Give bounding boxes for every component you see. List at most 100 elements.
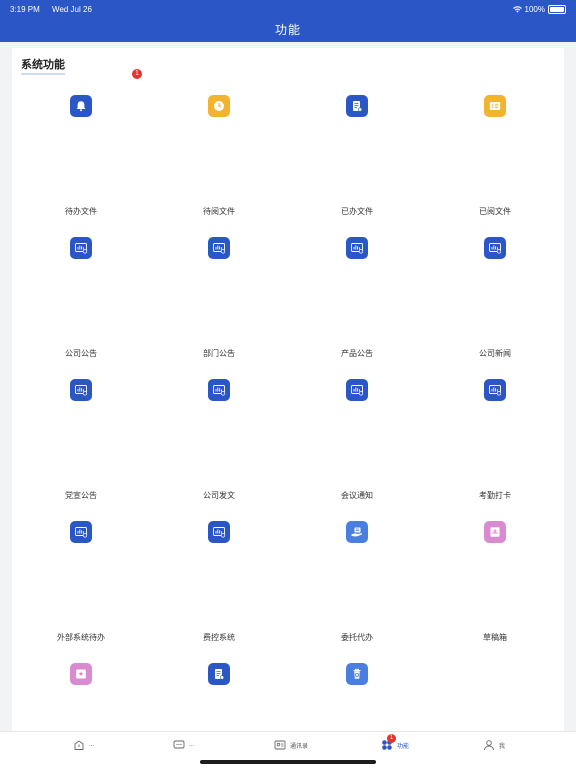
- function-item[interactable]: 外部系统待办: [12, 510, 150, 652]
- function-label: 部门公告: [203, 349, 235, 358]
- function-tile: [346, 379, 368, 401]
- function-label: 待办文件: [65, 207, 97, 216]
- function-item[interactable]: 已阅文件: [426, 84, 564, 226]
- chart-icon: [351, 385, 364, 396]
- chart-icon: [75, 527, 88, 538]
- function-label: 党宣公告: [65, 491, 97, 500]
- tab-functions[interactable]: 功能 1: [381, 734, 410, 751]
- function-item[interactable]: 费控系统: [150, 510, 288, 652]
- function-item[interactable]: 产品公告: [288, 226, 426, 368]
- hand-icon: [351, 527, 363, 537]
- notification-badge: 1: [132, 69, 142, 79]
- function-item[interactable]: 公司新闻: [426, 226, 564, 368]
- tab-contacts[interactable]: 通讯录: [274, 739, 308, 751]
- function-item[interactable]: 公司发文: [150, 368, 288, 510]
- function-label: 公司公告: [65, 349, 97, 358]
- chart-icon: [489, 385, 502, 396]
- tab-me-label: 我: [499, 743, 506, 750]
- function-label: 考勤打卡: [479, 491, 511, 500]
- function-label: 费控系统: [203, 633, 235, 642]
- function-item[interactable]: [12, 652, 150, 732]
- function-tile: [208, 663, 230, 685]
- function-label: 草稿箱: [483, 633, 507, 642]
- function-tile: [70, 379, 92, 401]
- function-tile: [346, 521, 368, 543]
- section-title: 系统功能: [21, 56, 65, 75]
- function-label: 产品公告: [341, 349, 373, 358]
- bell-icon: [76, 101, 86, 112]
- document-icon: [215, 669, 225, 680]
- function-label: 公司发文: [203, 491, 235, 500]
- list-card-icon: [489, 102, 501, 110]
- chart-icon: [213, 527, 226, 538]
- function-label: 公司新闻: [479, 349, 511, 358]
- function-label: 已阅文件: [479, 207, 511, 216]
- battery-icon: [548, 4, 566, 14]
- function-item[interactable]: 待阅文件: [150, 84, 288, 226]
- tab-home[interactable]: ...: [73, 739, 94, 751]
- function-label: 委托代办: [341, 633, 373, 642]
- user-icon: [484, 740, 494, 751]
- chart-icon: [75, 385, 88, 396]
- function-item[interactable]: 委托代办: [288, 510, 426, 652]
- home-icon: [74, 740, 84, 750]
- chart-icon: [351, 243, 364, 254]
- function-tile: [484, 95, 506, 117]
- function-tile: [70, 95, 92, 117]
- clock-icon: [214, 101, 224, 111]
- chart-icon: [213, 243, 226, 254]
- status-time: 3:19 PM: [10, 4, 40, 14]
- function-label: 会议通知: [341, 491, 373, 500]
- status-date: Wed Jul 26: [52, 4, 92, 14]
- chart-icon: [75, 243, 88, 254]
- function-label: 待阅文件: [203, 207, 235, 216]
- function-tile: [484, 379, 506, 401]
- function-card: 系统功能 1 待办文件 待阅文件 已办文件 已阅文件公司公告 部门公告 产品公告 公司新闻党…: [12, 48, 564, 732]
- tab-bar: ... ... 通讯录 功能 1 我: [0, 731, 576, 768]
- document-icon: [353, 101, 363, 112]
- function-tile: [208, 95, 230, 117]
- tab-messages[interactable]: ...: [173, 739, 194, 751]
- function-tile: [484, 237, 506, 259]
- draft-icon: [490, 527, 500, 537]
- battery-percent: 100%: [524, 4, 545, 14]
- function-tile: [208, 379, 230, 401]
- function-item[interactable]: 已办文件: [288, 84, 426, 226]
- tab-home-label: ...: [89, 742, 95, 748]
- function-tile: [70, 237, 92, 259]
- function-item[interactable]: 党宣公告: [12, 368, 150, 510]
- function-tile: [484, 521, 506, 543]
- chart-icon: [213, 385, 226, 396]
- function-tile: [70, 521, 92, 543]
- function-item[interactable]: 公司公告: [12, 226, 150, 368]
- recycle-bin-icon: [353, 668, 361, 679]
- function-tile: [346, 663, 368, 685]
- function-tile: [208, 521, 230, 543]
- function-tile: [346, 237, 368, 259]
- function-label: 已办文件: [341, 207, 373, 216]
- function-item[interactable]: 会议通知: [288, 368, 426, 510]
- page-title: 功能: [274, 23, 301, 37]
- function-item[interactable]: 考勤打卡: [426, 368, 564, 510]
- tab-functions-badge: 1: [387, 734, 396, 743]
- function-item[interactable]: 待办文件: [12, 84, 150, 226]
- function-label: 外部系统待办: [57, 633, 105, 642]
- star-card-icon: [76, 669, 86, 679]
- function-tile: [70, 663, 92, 685]
- contacts-icon: [274, 740, 286, 750]
- tab-contacts-label: 通讯录: [290, 743, 309, 750]
- tab-messages-label: ...: [189, 742, 195, 748]
- function-item[interactable]: 草稿箱: [426, 510, 564, 652]
- function-item[interactable]: 部门公告: [150, 226, 288, 368]
- top-bar: 3:19 PM Wed Jul 26 100% 功能: [0, 0, 576, 42]
- message-icon: [173, 740, 185, 749]
- chart-icon: [489, 243, 502, 254]
- function-tile: [208, 237, 230, 259]
- function-item[interactable]: [150, 652, 288, 732]
- wifi-icon: [512, 5, 522, 13]
- tab-functions-label: 功能: [397, 743, 410, 750]
- function-item[interactable]: [288, 652, 426, 732]
- home-indicator: [200, 760, 376, 764]
- status-bar: 3:19 PM Wed Jul 26 100%: [10, 3, 566, 15]
- tab-me[interactable]: 我: [483, 739, 505, 751]
